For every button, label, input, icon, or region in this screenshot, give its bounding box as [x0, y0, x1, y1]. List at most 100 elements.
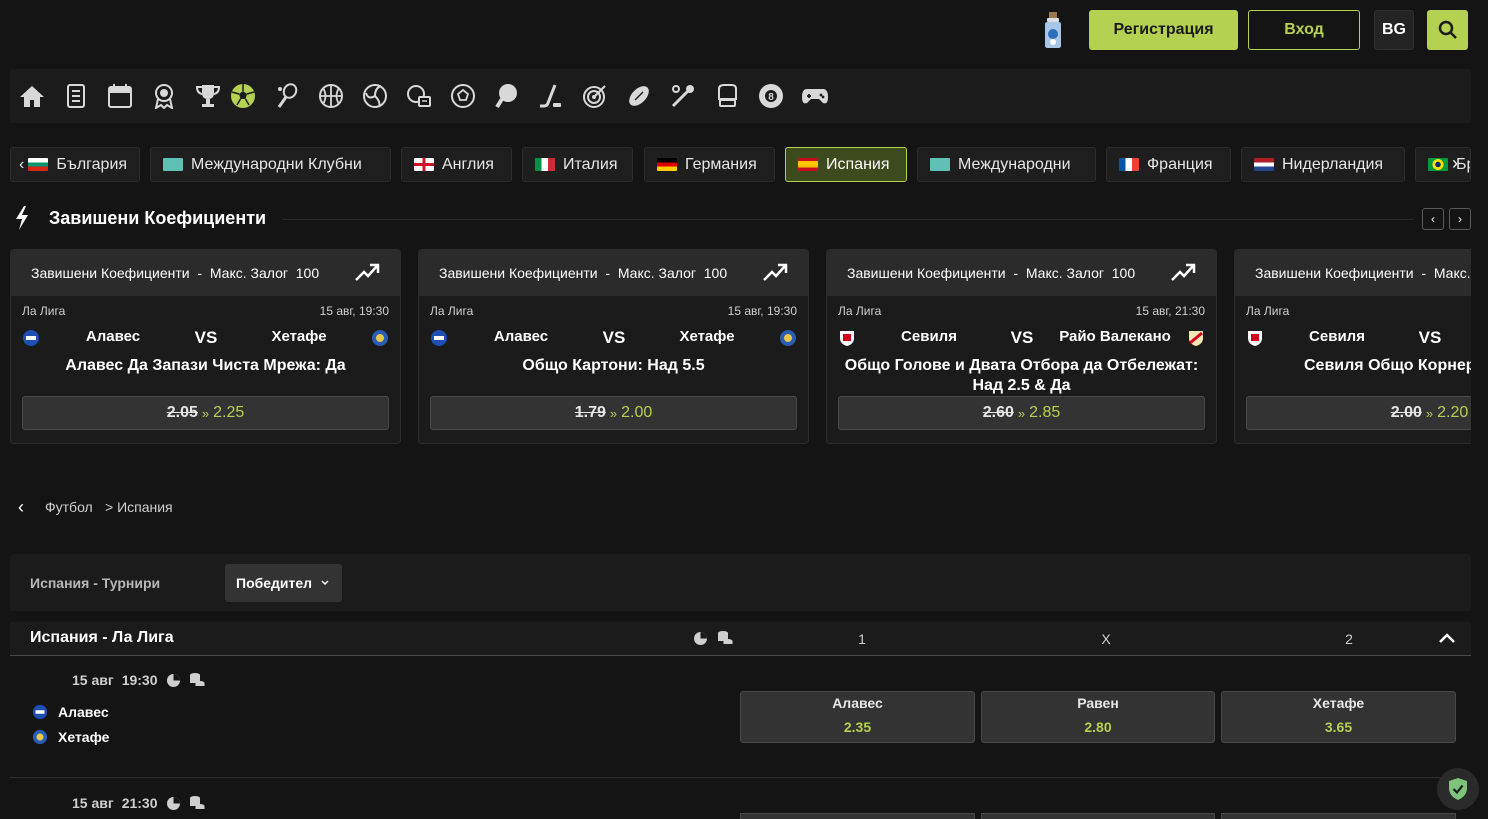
card-league: Ла Лига [1246, 304, 1290, 318]
breadcrumb-country[interactable]: > Испания [105, 499, 173, 515]
tournament-select-value: Победител [236, 575, 313, 591]
new-odds: 2.85 [1029, 404, 1061, 421]
card-header-label: Завишени Коефициенти - Макс. Залог 100 [31, 265, 320, 281]
selection-odds: 2.35 [843, 719, 872, 735]
boosted-card[interactable]: Завишени Коефициенти - Макс. Залог 100 Л… [1234, 249, 1471, 444]
odds-selection-draw[interactable]: Равен 2.80 [981, 691, 1215, 743]
home-team: Севиля [1309, 328, 1365, 345]
home-team: Алавес [58, 704, 109, 720]
sevilla-crest-icon [840, 331, 854, 346]
stats-icon[interactable] [166, 796, 181, 811]
home-team-row[interactable]: Алавес [32, 704, 109, 720]
boosted-card[interactable]: Завишени Коефициенти - Макс. Залог 100 Л… [10, 249, 401, 444]
match-time: 15 авг 19:30 [72, 672, 205, 688]
trending-up-icon [763, 263, 788, 281]
double-chevron-icon: » [609, 405, 618, 421]
away-team: Хетафе [58, 729, 110, 745]
alaves-crest-icon [32, 704, 48, 720]
coins-icon [718, 631, 733, 644]
card-header: Завишени Коефициенти - Макс. Залог 100 [827, 250, 1216, 296]
old-odds: 2.05 [166, 404, 198, 421]
boosted-card[interactable]: Завишени Коефициенти - Макс. Залог 100 Л… [826, 249, 1217, 444]
tournaments-label: Испания - Турнири [30, 575, 161, 591]
selection-name: Равен [1077, 695, 1119, 711]
selection-name: Хетафе [1312, 695, 1365, 711]
new-odds: 2.00 [621, 404, 653, 421]
getafe-crest-icon [372, 330, 388, 346]
row-divider [10, 777, 1471, 778]
sevilla-crest-icon [1248, 331, 1262, 346]
boosted-odds-button[interactable]: 1.79» 2.00 [430, 396, 797, 430]
boosted-carousel: Завишени Коефициенти - Макс. Залог 100 Л… [0, 0, 1471, 460]
away-team: Хетафе [679, 328, 735, 345]
market-label: Общо Картони: Над 5.5 [522, 357, 705, 374]
card-date: 15 авг, 21:30 [1135, 304, 1205, 318]
selection-odds: 2.80 [1084, 719, 1112, 735]
col-header-2: 2 [1345, 631, 1353, 647]
security-badge[interactable] [1437, 768, 1479, 810]
home-team: Севиля [901, 328, 957, 345]
card-header: Завишени Коефициенти - Макс. Залог 100 [1235, 250, 1471, 296]
odds-selection-away[interactable] [1221, 813, 1456, 819]
rayo-crest-icon [1189, 331, 1203, 346]
double-chevron-icon: » [1425, 405, 1434, 421]
boosted-odds-button[interactable]: 2.05» 2.25 [22, 396, 389, 430]
market-label: Общо Голове и Двата Отбора да Отбележат:… [844, 357, 1199, 394]
card-league: Ла Лига [22, 304, 66, 318]
old-odds: 2.00 [1390, 404, 1422, 421]
card-date: 15 авг, 19:30 [319, 304, 389, 318]
match-clock: 19:30 [121, 672, 158, 688]
card-date: 15 авг, 19:30 [727, 304, 797, 318]
tournament-select[interactable]: Победител [225, 564, 342, 602]
market-label: Алавес Да Запази Чиста Мрежа: Да [65, 357, 346, 374]
stats-icon [694, 632, 707, 645]
alaves-crest-icon [431, 330, 447, 346]
getafe-crest-icon [32, 729, 48, 745]
away-team: Хетафе [271, 328, 327, 345]
new-odds: 2.25 [213, 404, 245, 421]
double-chevron-icon: » [1017, 405, 1026, 421]
trending-up-icon [355, 263, 380, 281]
old-odds: 1.79 [574, 404, 606, 421]
away-team: Райо Валекано [1059, 328, 1171, 345]
chevron-down-icon [321, 580, 329, 586]
odds-selection-home[interactable] [740, 813, 975, 819]
card-league: Ла Лига [838, 304, 882, 318]
match-clock: 21:30 [121, 795, 158, 811]
match-date: 15 авг [72, 672, 114, 688]
shield-check-icon [1449, 778, 1467, 800]
league-header [10, 622, 1471, 656]
card-header: Завишени Коефициенти - Макс. Залог 100 [11, 250, 400, 296]
col-header-x: X [1101, 631, 1111, 647]
card-header-label: Завишени Коефициенти - Макс. Залог 100 [439, 265, 728, 281]
breadcrumb-sport[interactable]: Футбол [45, 499, 93, 515]
card-header-label: Завишени Коефициенти - Макс. Залог 100 [1255, 265, 1471, 281]
selection-odds: 3.65 [1324, 719, 1353, 735]
away-team-row[interactable]: Хетафе [32, 729, 109, 745]
card-header-label: Завишени Коефициенти - Макс. Залог 100 [847, 265, 1136, 281]
boosted-card[interactable]: Завишени Коефициенти - Макс. Залог 100 Л… [418, 249, 809, 444]
odds-selection-away[interactable]: Хетафе 3.65 [1221, 691, 1456, 743]
card-header: Завишени Коефициенти - Макс. Залог 100 [419, 250, 808, 296]
home-team: Алавес [85, 328, 141, 345]
match-date: 15 авг [72, 795, 114, 811]
chevron-up-icon[interactable] [1438, 631, 1456, 645]
match-time: 15 авг 21:30 [72, 795, 205, 811]
stats-icon[interactable] [166, 673, 181, 688]
vs-label: VS [602, 328, 626, 347]
coins-icon [189, 673, 204, 686]
market-label: Севиля Общо Корнери [1304, 357, 1471, 374]
home-team: Алавес [493, 328, 549, 345]
old-odds: 2.60 [982, 404, 1014, 421]
league-title: Испания - Ла Лига [30, 629, 174, 646]
col-header-1: 1 [858, 631, 866, 647]
boosted-odds-button[interactable]: 2.00» 2.20 [1246, 396, 1471, 430]
odds-selection-draw[interactable] [981, 813, 1215, 819]
trending-up-icon [1171, 263, 1196, 281]
selection-name: Алавес [832, 695, 883, 711]
back-chevron-icon[interactable]: ‹ [18, 497, 24, 518]
odds-selection-home[interactable]: Алавес 2.35 [740, 691, 975, 743]
boosted-odds-button[interactable]: 2.60» 2.85 [838, 396, 1205, 430]
card-league: Ла Лига [430, 304, 474, 318]
alaves-crest-icon [23, 330, 39, 346]
